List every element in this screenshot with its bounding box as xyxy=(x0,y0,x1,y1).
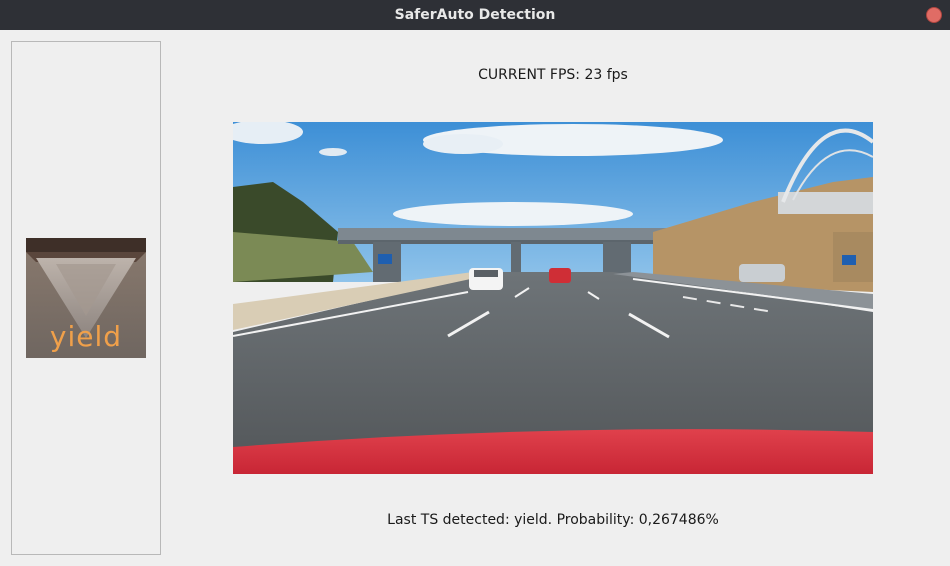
video-feed xyxy=(233,122,873,474)
fps-counter: CURRENT FPS: 23 fps xyxy=(478,67,628,83)
detection-status: Last TS detected: yield. Probability: 0,… xyxy=(387,512,719,528)
window-titlebar: SaferAuto Detection xyxy=(0,0,950,30)
sign-class-label: yield xyxy=(49,320,123,353)
detected-sign-panel: yield xyxy=(11,41,161,555)
road-scene-image xyxy=(233,122,873,474)
window-title: SaferAuto Detection xyxy=(394,7,556,23)
close-icon[interactable] xyxy=(926,7,942,23)
detected-sign-thumbnail: yield xyxy=(26,238,146,358)
